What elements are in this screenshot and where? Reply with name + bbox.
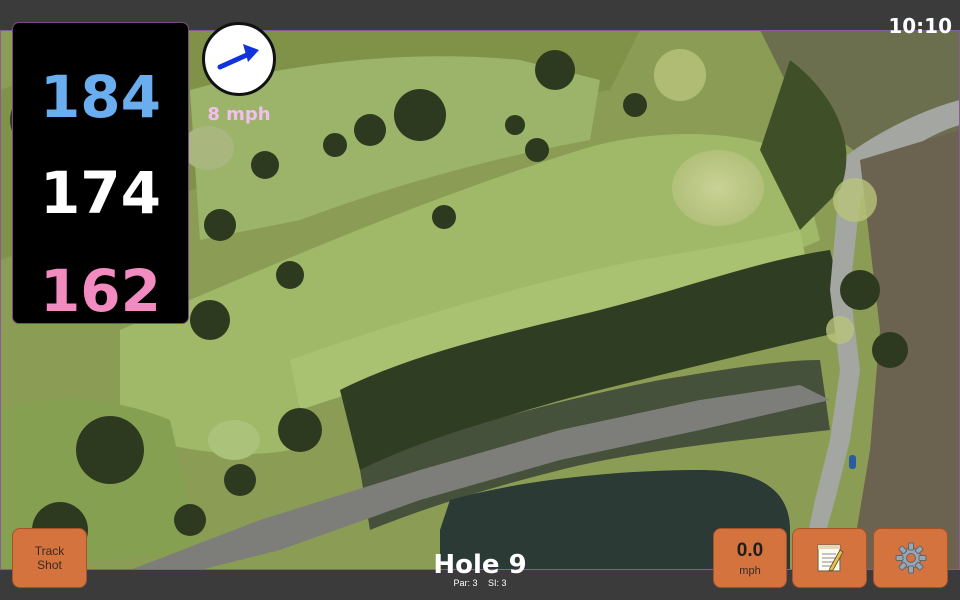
clock-time: 10:10 (888, 14, 952, 38)
hole-details: Par: 3 SI: 3 (400, 578, 560, 588)
hole-stroke-index: SI: 3 (488, 578, 507, 588)
hole-par: Par: 3 (453, 578, 478, 588)
notepad-icon (816, 544, 844, 572)
speed-value: 0.0 (736, 539, 764, 561)
track-shot-button[interactable]: Track Shot (12, 528, 87, 588)
speed-unit: mph (739, 564, 761, 577)
wind-speed-label: 8 mph (207, 104, 271, 125)
golf-gps-screen: 184 174 162 8 mph 10:10 Track Shot Hole … (0, 0, 960, 600)
gear-icon (895, 542, 926, 574)
back-distance: 184 (39, 63, 162, 131)
settings-button[interactable] (873, 528, 948, 588)
distance-panel[interactable]: 184 174 162 (12, 22, 189, 325)
hole-title: Hole 9 (433, 550, 527, 580)
middle-distance: 174 (39, 159, 162, 227)
notes-button[interactable] (792, 528, 867, 588)
speed-button[interactable]: 0.0 mph (713, 528, 787, 588)
wind-direction-indicator[interactable] (202, 22, 276, 96)
wind-arrow-icon (217, 44, 259, 70)
track-shot-label: Track Shot (34, 544, 65, 572)
front-distance: 162 (39, 257, 162, 325)
